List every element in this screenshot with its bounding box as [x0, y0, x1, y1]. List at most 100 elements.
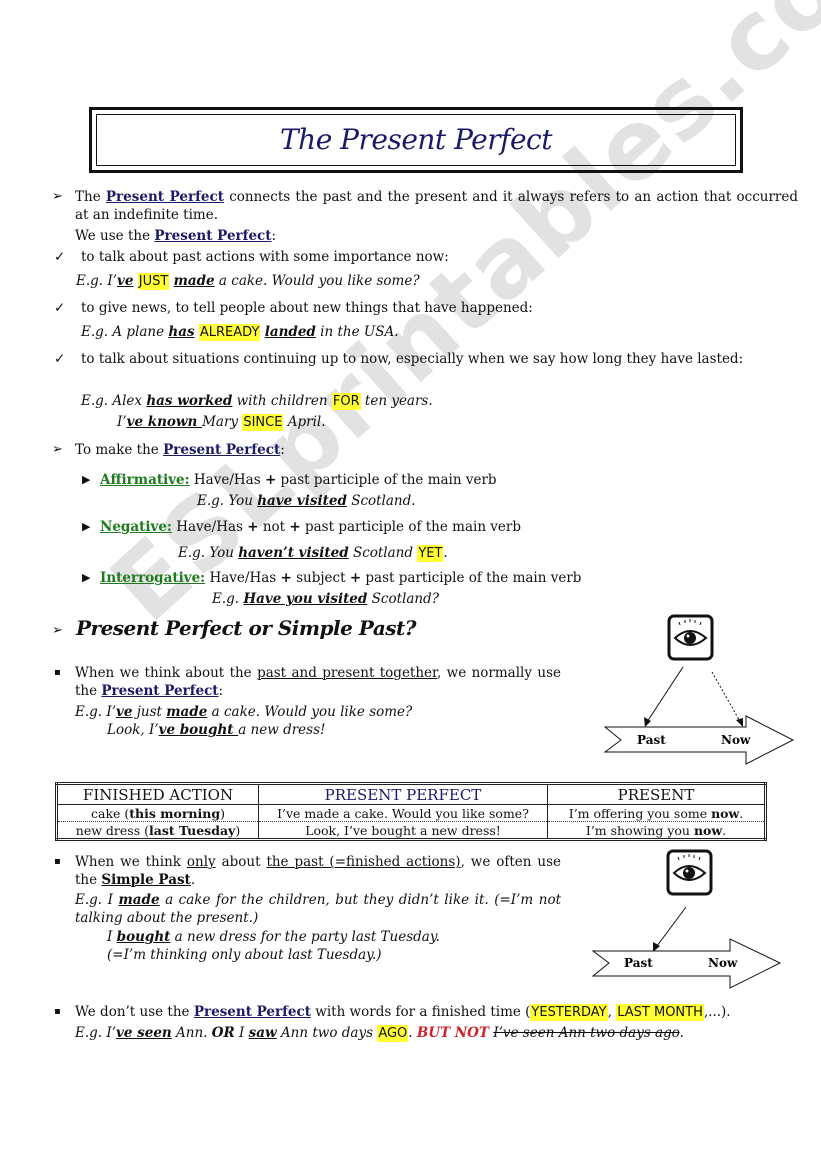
eg-label: E.g. I’	[75, 704, 116, 720]
section-heading: Present Perfect or Simple Past?	[76, 616, 417, 640]
form-interrogative-example: E.g. Have you visited Scotland?	[212, 590, 439, 608]
eg-label: E.g. I’	[76, 273, 117, 289]
example-end: .	[679, 1025, 684, 1041]
rule-part: not	[258, 519, 290, 535]
rule-part: past participle of the main verb	[276, 472, 497, 488]
rule-part: Have/Has	[209, 570, 281, 586]
eg-label: E.g.	[212, 591, 244, 607]
verb: ve	[117, 273, 134, 289]
verb: landed	[264, 324, 316, 340]
use-2-text: to give news, to tell people about new t…	[81, 300, 533, 316]
now-label: Now	[708, 956, 738, 970]
term-present-perfect: Present Perfect	[101, 683, 219, 699]
example-rest: Scotland?	[367, 591, 439, 607]
eg-label: E.g. I	[75, 892, 119, 908]
eg-label: E.g. Alex	[81, 393, 147, 409]
example-mid: I	[234, 1025, 249, 1041]
example-rest: in the USA.	[315, 324, 399, 340]
square-bullet-icon: ▪	[54, 856, 61, 867]
cell-bold: last Tuesday	[148, 822, 236, 838]
triangle-bullet-icon: ▶	[82, 571, 91, 584]
example-pre: I’	[117, 414, 127, 430]
highlight-word: LAST MONTH	[616, 1004, 704, 1021]
verb: made	[118, 892, 160, 908]
finished-time-end: ,...).	[703, 1004, 731, 1020]
verb: ve	[116, 704, 133, 720]
form-negative: Negative: Have/Has + not + past particip…	[100, 518, 521, 536]
example-mid: Ann.	[171, 1025, 212, 1041]
example-rest: ten years.	[360, 393, 433, 409]
make-heading: To make the Present Perfect:	[75, 441, 285, 459]
term-simple-past: Simple Past	[101, 872, 191, 888]
title-frame: The Present Perfect	[89, 107, 743, 173]
arrowhead-past	[644, 717, 651, 727]
arrow-bullet-icon: ➢	[52, 442, 63, 457]
example-mid: Ann two days	[276, 1025, 378, 1041]
rule-part: Have/Has	[193, 472, 265, 488]
example-rest: a new dress for the party last Tuesday.	[170, 929, 440, 945]
dotted-arrow-to-now	[711, 671, 743, 726]
verb: have visited	[257, 493, 347, 509]
comparison-table: FINISHED ACTION PRESENT PERFECT PRESENT …	[55, 782, 767, 841]
use-3-example: E.g. Alex has worked with children FOR t…	[81, 392, 433, 411]
check-icon: ✓	[54, 249, 66, 265]
example-mid: Mary	[202, 414, 243, 430]
verb: made	[166, 704, 208, 720]
cell-text: cake (	[91, 805, 130, 821]
example-rest: a cake. Would you like some?	[214, 273, 420, 289]
cell-text: I’m showing you	[585, 822, 694, 838]
timeline-diagram-present-perfect: Past Now	[603, 614, 795, 765]
header-present: PRESENT	[547, 783, 766, 805]
use-1-text: to talk about past actions with some imp…	[81, 249, 449, 265]
finished-time-text: with words for a finished time (	[310, 1004, 531, 1020]
verb: ve bought	[158, 722, 239, 738]
underlined-phrase: the past (=finished actions)	[266, 854, 461, 870]
intro-text: The	[75, 189, 106, 205]
example-rest: April.	[283, 414, 326, 430]
form-label: Affirmative:	[100, 472, 190, 488]
eg-label: E.g. You	[178, 545, 239, 561]
use-3-text: to talk about situations continuing up t…	[81, 351, 744, 367]
underlined-word: only	[186, 854, 216, 870]
example-rest: a cake. Would you like some?	[207, 704, 413, 720]
cell-text: )	[220, 805, 225, 821]
rule-part: past participle of the main verb	[361, 570, 582, 586]
table-cell: I’ve made a cake. Would you like some?	[258, 804, 548, 822]
table-row: cake (this morning) I’ve made a cake. Wo…	[56, 804, 766, 822]
eg-label: E.g. I’	[75, 1025, 116, 1041]
intro-paragraph: The Present Perfect connects the past an…	[75, 188, 798, 224]
highlight-word: FOR	[331, 393, 361, 410]
cell-bold: now	[693, 822, 723, 838]
form-interrogative: Interrogative: Have/Has + subject + past…	[100, 569, 581, 587]
check-icon: ✓	[54, 300, 66, 316]
cell-text: .	[739, 805, 744, 821]
table-row: new dress (last Tuesday) Look, I’ve boug…	[57, 821, 766, 840]
arrow-to-past	[644, 666, 684, 726]
sp-point: When we think only about the past (=fini…	[75, 853, 561, 889]
verb: has	[168, 324, 195, 340]
use-2-example: E.g. A plane has ALREADY landed in the U…	[81, 323, 399, 342]
eg-label: E.g. A plane	[81, 324, 169, 340]
table-cell: Look, I’ve bought a new dress!	[258, 821, 548, 840]
underlined-phrase: past and present together	[257, 665, 438, 681]
sp-point-end: .	[190, 872, 196, 888]
plus-sign: +	[280, 570, 292, 586]
arrow-bullet-icon: ➢	[52, 189, 63, 204]
term-present-perfect: Present Perfect	[193, 1004, 311, 1020]
square-bullet-icon: ▪	[54, 1006, 61, 1017]
highlight-word: SINCE	[242, 414, 284, 431]
term-present-perfect: Present Perfect	[105, 189, 224, 205]
verb: has worked	[146, 393, 233, 409]
cell-text: I’m offering you some	[568, 805, 712, 821]
arrowhead-now	[736, 718, 743, 727]
highlight-word: YESTERDAY	[530, 1004, 608, 1021]
now-label: Now	[721, 733, 751, 747]
timeline-arrow	[603, 715, 795, 765]
pp-example-1: E.g. I’ve just made a cake. Would you li…	[75, 703, 412, 721]
plus-sign: +	[349, 570, 362, 586]
pp-example-2: Look, I’ve bought a new dress!	[107, 721, 325, 739]
timeline-arrow	[591, 938, 782, 989]
triangle-bullet-icon: ▶	[82, 520, 91, 533]
cell-bold: now	[711, 805, 740, 821]
cell-text: .	[722, 822, 727, 838]
